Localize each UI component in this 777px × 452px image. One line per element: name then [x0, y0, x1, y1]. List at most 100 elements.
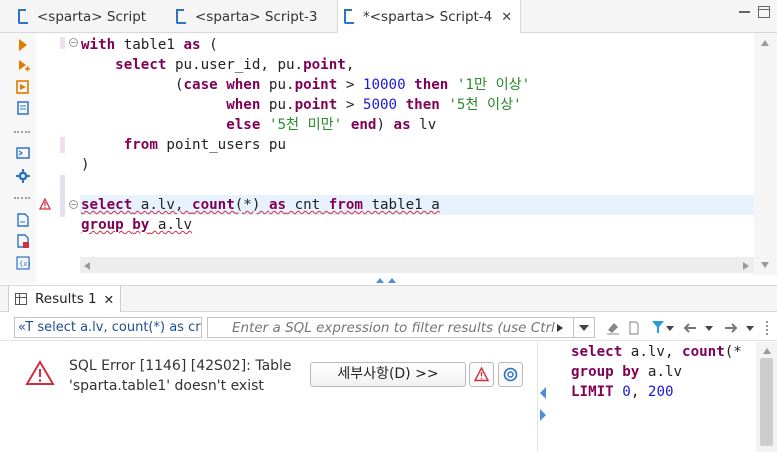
close-icon[interactable]: ✕	[501, 10, 512, 25]
panel-splitter[interactable]	[537, 342, 559, 452]
collapse-left-icon[interactable]	[540, 387, 546, 399]
sql-token: (*	[724, 344, 742, 360]
import-icon[interactable]	[16, 234, 30, 248]
warning-icon	[474, 367, 489, 382]
error-message-line: 'sparta.table1' doesn't exist	[69, 378, 264, 394]
tab-results-1[interactable]: Results 1 ✕	[8, 286, 122, 312]
sql-panel-scrollbar[interactable]	[756, 342, 777, 452]
code-token: )	[376, 117, 394, 133]
variables-icon[interactable]: {x}	[16, 256, 30, 270]
chevron-down-icon	[579, 325, 589, 331]
scroll-thumb[interactable]	[760, 358, 773, 446]
code-line: when pu.point > 5000 then '5천 이상'	[81, 95, 522, 115]
code-token: select	[81, 197, 133, 213]
code-line: from point_users pu	[81, 135, 286, 155]
collapse-right-icon[interactable]	[540, 409, 546, 421]
execute-statement-icon[interactable]	[16, 38, 30, 52]
results-tab-label: Results 1	[35, 291, 97, 307]
forward-arrow-icon[interactable]	[724, 322, 738, 334]
scroll-left-icon[interactable]	[83, 261, 91, 271]
filter-history-dropdown[interactable]	[573, 317, 595, 338]
error-message: SQL Error [1146] [42S02]: Table 'sparta.…	[69, 356, 299, 396]
code-token: a.lv	[149, 217, 193, 233]
code-token: 10000	[362, 77, 406, 93]
code-token: lv	[410, 117, 437, 133]
code-line: with table1 as (	[81, 35, 218, 55]
grid-icon	[15, 293, 27, 305]
fold-toggle-icon[interactable]: −	[69, 38, 78, 47]
svg-text:{x}: {x}	[19, 260, 30, 268]
code-token: group	[81, 217, 124, 233]
code-line: select pu.user_id, pu.point,	[81, 55, 354, 75]
scroll-up-icon[interactable]	[760, 39, 770, 47]
code-token: )	[81, 157, 90, 173]
code-token: as	[393, 117, 411, 133]
code-token: as	[183, 37, 201, 53]
close-icon[interactable]: ✕	[104, 292, 114, 307]
code-token: table1 a	[362, 197, 440, 213]
code-token: ,	[345, 57, 355, 73]
code-token: >	[337, 77, 363, 93]
sql-script-icon	[18, 8, 28, 24]
code-token: pu.user_id, pu.	[166, 57, 304, 73]
execute-statement-new-tab-icon[interactable]	[16, 59, 30, 73]
code-token: a.lv,	[132, 197, 193, 213]
tab-label: <sparta> Script	[37, 8, 147, 25]
minimize-icon[interactable]	[739, 11, 750, 13]
export-icon[interactable]	[16, 213, 30, 227]
filter-icon[interactable]	[651, 320, 665, 334]
history-icon[interactable]	[628, 321, 640, 335]
sql-editor[interactable]: − − with table1 as ( select pu.user_id, …	[36, 33, 777, 275]
error-log-button[interactable]	[469, 362, 494, 387]
sql-line: LIMIT 0, 200	[571, 382, 674, 402]
code-token: when	[226, 77, 261, 93]
tab-script-3[interactable]: <sparta> Script-3	[176, 0, 318, 33]
code-token: (*)	[234, 197, 269, 213]
change-marker	[60, 175, 65, 217]
more-icon[interactable]	[766, 321, 769, 335]
sql-token: LIMIT	[571, 384, 614, 400]
code-token: end	[350, 117, 377, 133]
play-icon[interactable]	[556, 323, 564, 333]
sash-toggle-icon[interactable]	[374, 276, 398, 284]
code-line: group by a.lv	[81, 215, 192, 235]
editor-vertical-scrollbar[interactable]	[754, 33, 777, 275]
gear-icon[interactable]	[16, 169, 30, 183]
code-line: else '5천 미만' end) as lv	[81, 115, 436, 135]
query-preview-field[interactable]: «T select a.lv, count(*) as cr	[14, 317, 202, 338]
chevron-down-icon[interactable]	[746, 326, 754, 331]
code-token: pu.	[260, 97, 295, 113]
code-token: '1만 이상'	[456, 77, 531, 93]
code-token: (	[81, 77, 184, 93]
explain-plan-icon[interactable]	[16, 101, 30, 115]
back-arrow-icon[interactable]	[683, 322, 697, 334]
help-button[interactable]	[498, 362, 523, 387]
eraser-icon[interactable]	[606, 321, 620, 335]
execute-script-icon[interactable]	[16, 80, 30, 94]
details-button[interactable]: 세부사항(D) >>	[310, 362, 466, 387]
sql-line: group by a.lv	[571, 362, 682, 382]
scroll-up-icon[interactable]	[762, 347, 772, 355]
sql-token: 0	[622, 384, 631, 400]
code-token: then	[414, 77, 449, 93]
console-icon[interactable]	[16, 146, 30, 160]
code-token: '5천 이상'	[448, 97, 522, 113]
fold-toggle-icon[interactable]: −	[69, 200, 78, 209]
scroll-right-icon[interactable]	[742, 261, 750, 271]
code-token: point_users pu	[157, 137, 287, 153]
chevron-down-icon[interactable]	[705, 326, 713, 331]
editor-horizontal-scrollbar[interactable]	[80, 257, 754, 273]
scroll-down-icon[interactable]	[760, 261, 770, 269]
tab-script[interactable]: <sparta> Script	[18, 0, 146, 33]
filter-expression-input[interactable]	[207, 317, 595, 338]
code-token: (	[200, 37, 218, 53]
maximize-icon[interactable]	[758, 6, 770, 18]
chevron-down-icon[interactable]	[666, 326, 674, 331]
tab-script-4[interactable]: *<sparta> Script-4 ✕	[337, 0, 522, 34]
